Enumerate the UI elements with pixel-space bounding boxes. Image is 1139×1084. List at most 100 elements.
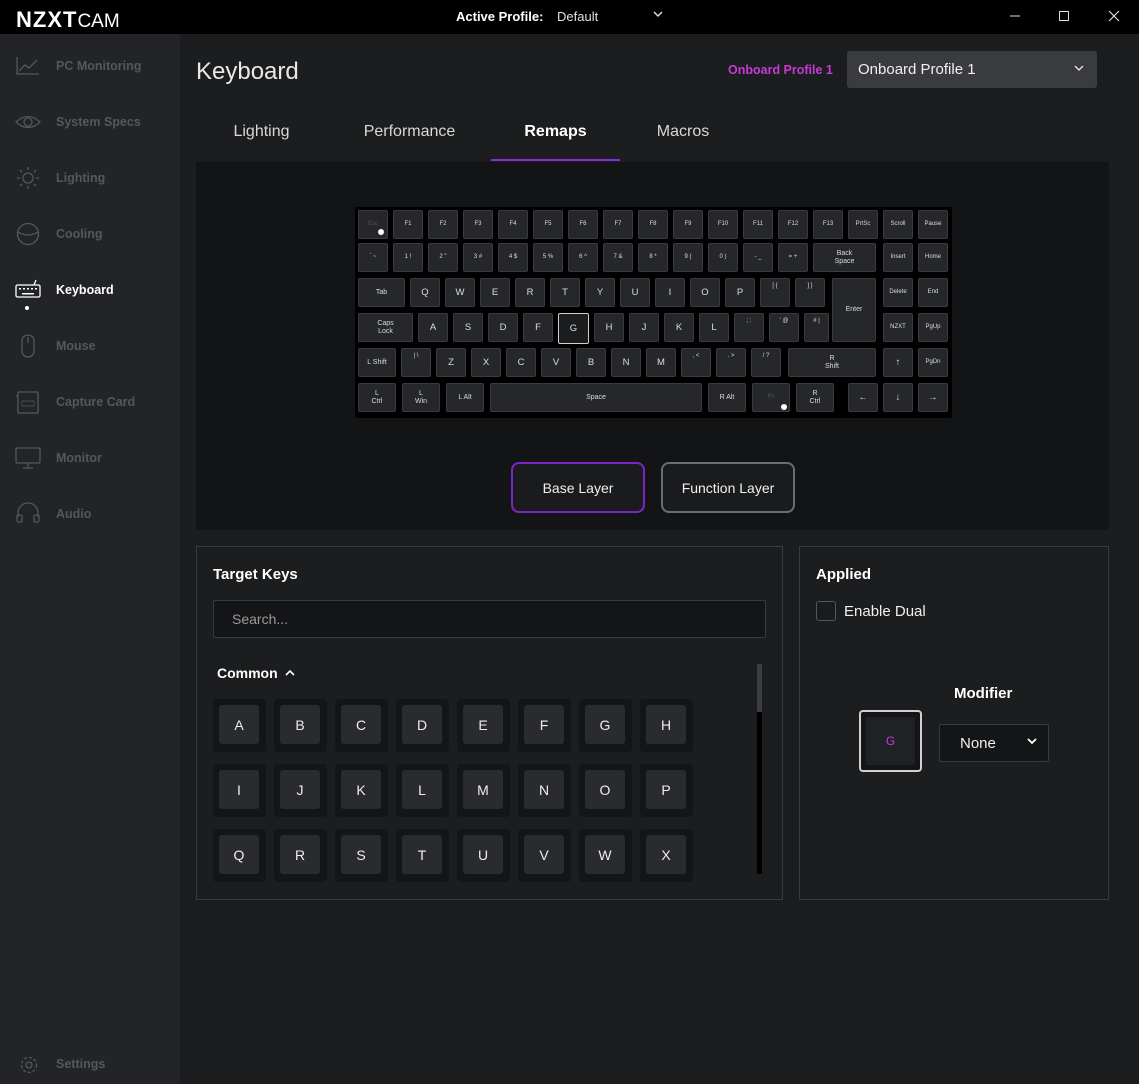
target-key-e[interactable]: E [457,699,510,752]
key-ralt[interactable]: R Alt [708,383,746,412]
target-key-v[interactable]: V [518,829,571,882]
key-y[interactable]: Y [585,278,615,307]
target-key-a[interactable]: A [213,699,266,752]
key-arrow-left[interactable]: ← [848,383,878,412]
key-l[interactable]: L [699,313,729,342]
key-m[interactable]: M [646,348,676,377]
base-layer-button[interactable]: Base Layer [511,462,645,513]
key-enter[interactable]: Enter [832,278,876,342]
active-profile-dropdown[interactable]: Active Profile: Default [456,9,663,24]
key-end[interactable]: End [918,278,948,307]
key-rbracket[interactable]: ] } [795,278,825,307]
key-delete[interactable]: Delete [883,278,913,307]
search-input[interactable] [214,601,765,637]
key-home[interactable]: Home [918,243,948,272]
key-b[interactable]: B [576,348,606,377]
key-arrow-down[interactable]: ↓ [883,383,913,412]
key-backslash[interactable]: | \ [401,348,431,377]
key-capslock[interactable]: Caps Lock [358,313,413,342]
sidebar-item-mouse[interactable]: Mouse [0,326,180,366]
target-key-c[interactable]: C [335,699,388,752]
target-key-g[interactable]: G [579,699,632,752]
key-arrow-right[interactable]: → [918,383,948,412]
modifier-select[interactable]: None [939,724,1049,762]
key-semicolon[interactable]: ; : [734,313,764,342]
key-p[interactable]: P [725,278,755,307]
key-1[interactable]: 1 ! [393,243,423,272]
close-icon[interactable] [1104,6,1124,26]
scrollbar-thumb[interactable] [757,664,762,712]
target-key-p[interactable]: P [640,764,693,817]
key-arrow-up[interactable]: ↑ [883,348,913,377]
key-i[interactable]: I [655,278,685,307]
enable-dual-label[interactable]: Enable Dual [844,603,926,620]
key-e[interactable]: E [480,278,510,307]
target-key-q[interactable]: Q [213,829,266,882]
key-o[interactable]: O [690,278,720,307]
tab-remaps[interactable]: Remaps [491,123,620,141]
key-hash[interactable]: # | [804,313,829,342]
target-key-k[interactable]: K [335,764,388,817]
key-scroll[interactable]: Scroll [883,210,913,239]
key-6[interactable]: 6 ^ [568,243,598,272]
target-key-j[interactable]: J [274,764,327,817]
target-key-n[interactable]: N [518,764,571,817]
key-f4[interactable]: F4 [498,210,528,239]
key-rshift[interactable]: R Shift [788,348,876,377]
key-r[interactable]: R [515,278,545,307]
tab-performance[interactable]: Performance [343,123,476,141]
sidebar-item-keyboard[interactable]: Keyboard [0,270,180,310]
key-f3[interactable]: F3 [463,210,493,239]
target-key-b[interactable]: B [274,699,327,752]
key-n[interactable]: N [611,348,641,377]
key-f8[interactable]: F8 [638,210,668,239]
key-h[interactable]: H [594,313,624,342]
sidebar-item-cooling[interactable]: Cooling [0,214,180,254]
sidebar-item-settings[interactable]: Settings [0,1048,180,1084]
key-a[interactable]: A [418,313,448,342]
key-d[interactable]: D [488,313,518,342]
tab-lighting[interactable]: Lighting [203,123,320,141]
key-t[interactable]: T [550,278,580,307]
key-3[interactable]: 3 # [463,243,493,272]
key-k[interactable]: K [664,313,694,342]
key-f13[interactable]: F13 [813,210,843,239]
key-pgup[interactable]: PgUp [918,313,948,342]
key-space[interactable]: Space [490,383,702,412]
key-f9[interactable]: F9 [673,210,703,239]
target-key-r[interactable]: R [274,829,327,882]
minimize-icon[interactable] [1005,6,1025,26]
key-comma[interactable]: , < [681,348,711,377]
key-u[interactable]: U [620,278,650,307]
key-7[interactable]: 7 & [603,243,633,272]
key-0[interactable]: 0 ) [708,243,738,272]
key-c[interactable]: C [506,348,536,377]
sidebar-item-lighting[interactable]: Lighting [0,158,180,198]
key-quote[interactable]: ' @ [769,313,799,342]
target-key-x[interactable]: X [640,829,693,882]
enable-dual-checkbox[interactable] [816,601,836,621]
key-z[interactable]: Z [436,348,466,377]
key-lbracket[interactable]: [ { [760,278,790,307]
key-lwin[interactable]: L Win [402,383,440,412]
key-pause[interactable]: Pause [918,210,948,239]
target-key-m[interactable]: M [457,764,510,817]
key-5[interactable]: 5 % [533,243,563,272]
target-key-w[interactable]: W [579,829,632,882]
key-s[interactable]: S [453,313,483,342]
maximize-icon[interactable] [1054,6,1074,26]
key-v[interactable]: V [541,348,571,377]
target-key-t[interactable]: T [396,829,449,882]
key-nzxt[interactable]: NZXT [883,313,913,342]
onboard-profile-select[interactable]: Onboard Profile 1 [847,51,1097,88]
key-f7[interactable]: F7 [603,210,633,239]
key-slash[interactable]: / ? [751,348,781,377]
target-key-l[interactable]: L [396,764,449,817]
key-q[interactable]: Q [410,278,440,307]
tab-macros[interactable]: Macros [633,123,733,141]
key-prtsc[interactable]: PrtSc [848,210,878,239]
key-8[interactable]: 8 * [638,243,668,272]
key-minus[interactable]: - _ [743,243,773,272]
key-period[interactable]: . > [716,348,746,377]
key-w[interactable]: W [445,278,475,307]
